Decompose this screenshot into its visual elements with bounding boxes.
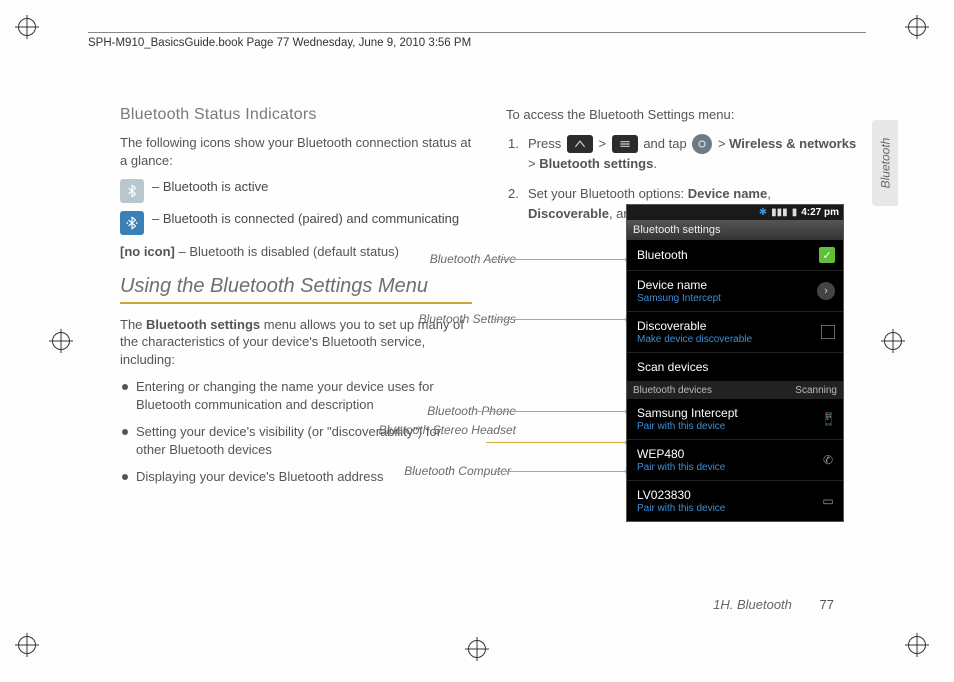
side-tab-label: Bluetooth <box>878 138 892 189</box>
s1-gt3: > <box>528 156 539 171</box>
lead-computer <box>494 471 628 472</box>
dev3-sub: Pair with this device <box>637 503 725 514</box>
phone-row-dn-sub: Samsung Intercept <box>637 293 721 304</box>
page-footer: 1H. Bluetooth 77 <box>713 597 834 612</box>
status-signal-icon: ▮▮▮ <box>771 207 788 218</box>
crop-mark-left-icon <box>52 332 70 350</box>
phone-subhead-right: Scanning <box>795 385 837 396</box>
phone-subheader: Bluetooth devices Scanning <box>627 382 843 399</box>
phone-device-3[interactable]: LV023830 Pair with this device ▭ <box>627 481 843 521</box>
row-bt-active: – Bluetooth is active <box>120 179 472 203</box>
phone-row-discoverable[interactable]: Discoverable Make device discoverable <box>627 312 843 353</box>
s1-tap: and tap <box>643 136 690 151</box>
running-header-text: SPH-M910_BasicsGuide.book Page 77 Wednes… <box>88 37 471 49</box>
crop-mark-bl-icon <box>18 636 46 664</box>
lead-active <box>488 259 628 260</box>
phone-device-icon: 📱 <box>821 412 835 426</box>
status-intro: The following icons show your Bluetooth … <box>120 134 472 169</box>
status-bt-icon: ✱ <box>759 207 767 218</box>
dev2-name: WEP480 <box>637 447 725 461</box>
phone-row-disc-label: Discoverable <box>637 319 752 333</box>
right-column: To access the Bluetooth Settings menu: P… <box>506 106 858 496</box>
running-header: SPH-M910_BasicsGuide.book Page 77 Wednes… <box>88 32 866 49</box>
row-bt-paired: – Bluetooth is connected (paired) and co… <box>120 211 472 235</box>
using-bt-menu-heading: Using the Bluetooth Settings Menu <box>120 275 472 304</box>
phone-row-device-name[interactable]: Device name Samsung Intercept › <box>627 271 843 312</box>
s2-a: Set your Bluetooth options: <box>528 186 688 201</box>
crop-mark-tr-icon <box>908 18 936 46</box>
phone-row-bt-label: Bluetooth <box>637 248 688 262</box>
chevron-right-icon: › <box>817 282 835 300</box>
settings-gear-icon <box>692 134 712 154</box>
lead-settings <box>492 319 628 320</box>
computer-device-icon: ▭ <box>821 494 835 508</box>
phone-row-disc-sub: Make device discoverable <box>637 334 752 345</box>
footer-page-number: 77 <box>820 597 834 612</box>
phone-row-bluetooth[interactable]: Bluetooth ✓ <box>627 240 843 271</box>
menu-key-icon <box>612 135 638 153</box>
phone-status-bar: ✱ ▮▮▮ ▮ 4:27 pm <box>627 205 843 220</box>
s1-wireless: Wireless & networks <box>729 136 856 151</box>
dev2-sub: Pair with this device <box>637 462 725 473</box>
s1-press: Press <box>528 136 565 151</box>
s2-dc: Discoverable <box>528 206 609 221</box>
p1a: The <box>120 317 146 332</box>
status-battery-icon: ▮ <box>792 207 798 218</box>
phone-screen-title: Bluetooth settings <box>627 220 843 240</box>
step-1: Press > and tap > Wireless & networks > … <box>506 134 858 175</box>
p1b: Bluetooth settings <box>146 317 260 332</box>
phone-subhead-left: Bluetooth devices <box>633 385 712 396</box>
dev3-name: LV023830 <box>637 488 725 502</box>
checkbox-empty-icon <box>821 325 835 339</box>
status-time: 4:27 pm <box>801 207 839 218</box>
phone-device-1[interactable]: Samsung Intercept Pair with this device … <box>627 399 843 440</box>
s1-btsettings: Bluetooth settings <box>539 156 653 171</box>
phone-row-dn-label: Device name <box>637 278 721 292</box>
phone-device-2[interactable]: WEP480 Pair with this device ✆ <box>627 440 843 481</box>
s1-gt2: > <box>718 136 729 151</box>
crop-mark-br-icon <box>908 636 936 664</box>
status-indicators-heading: Bluetooth Status Indicators <box>120 106 472 124</box>
bt-paired-text: – Bluetooth is connected (paired) and co… <box>152 211 459 226</box>
phone-row-scan[interactable]: Scan devices <box>627 353 843 382</box>
bt-active-text: – Bluetooth is active <box>152 179 268 194</box>
lead-headset <box>486 442 628 443</box>
bluetooth-active-icon <box>120 179 144 203</box>
side-tab: Bluetooth <box>872 120 898 206</box>
s2-c1: , <box>767 186 771 201</box>
s1-gt1: > <box>598 136 609 151</box>
left-column: Bluetooth Status Indicators The followin… <box>120 106 472 496</box>
footer-section: 1H. Bluetooth <box>713 597 792 612</box>
no-icon-text: – Bluetooth is disabled (default status) <box>175 244 399 259</box>
lead-phone <box>476 411 628 412</box>
phone-screenshot: ✱ ▮▮▮ ▮ 4:27 pm Bluetooth settings Bluet… <box>626 204 856 522</box>
access-intro: To access the Bluetooth Settings menu: <box>506 106 858 124</box>
checkbox-checked-icon: ✓ <box>819 247 835 263</box>
dev1-name: Samsung Intercept <box>637 406 738 420</box>
crop-mark-tl-icon <box>18 18 46 46</box>
callout-headset: Bluetooth Stereo Headset <box>376 424 516 437</box>
home-key-icon <box>567 135 593 153</box>
crop-mark-bottom-icon <box>468 640 486 658</box>
crop-mark-right-icon <box>884 332 902 350</box>
s2-dn: Device name <box>688 186 768 201</box>
headset-device-icon: ✆ <box>821 453 835 467</box>
dev1-sub: Pair with this device <box>637 421 738 432</box>
no-icon-label: [no icon] <box>120 244 175 259</box>
s1-end: . <box>653 156 657 171</box>
bluetooth-paired-icon <box>120 211 144 235</box>
callout-computer: Bluetooth Computer <box>371 464 511 478</box>
phone-row-scan-label: Scan devices <box>637 360 708 374</box>
